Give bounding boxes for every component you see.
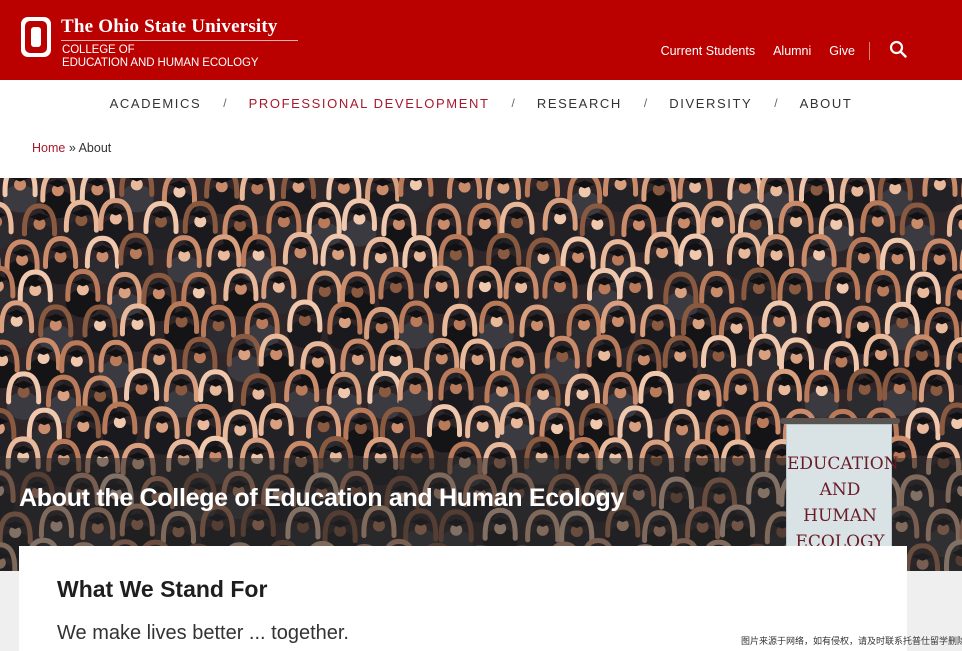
- site-header: The Ohio State University COLLEGE OF EDU…: [0, 0, 962, 80]
- nav-separator: /: [223, 96, 227, 110]
- current-students-link[interactable]: Current Students: [661, 44, 756, 58]
- nav-item-professional-development[interactable]: PROFESSIONAL DEVELOPMENT: [249, 96, 490, 111]
- block-o-logo-icon: [21, 17, 51, 57]
- utility-nav: Current Students Alumni Give: [643, 42, 870, 60]
- nav-item-research[interactable]: RESEARCH: [537, 96, 622, 111]
- nav-separator: /: [774, 96, 778, 110]
- college-logo[interactable]: The Ohio State University COLLEGE OF EDU…: [20, 14, 310, 72]
- alumni-link[interactable]: Alumni: [773, 44, 811, 58]
- university-name: The Ohio State University: [61, 16, 278, 37]
- section-tagline: We make lives better ... together.: [57, 622, 349, 644]
- breadcrumb: Home » About: [32, 141, 111, 155]
- breadcrumb-home-link[interactable]: Home: [32, 141, 65, 155]
- search-icon[interactable]: [889, 40, 907, 58]
- page-title: About the College of Education and Human…: [19, 484, 625, 512]
- section-heading: What We Stand For: [57, 576, 268, 602]
- breadcrumb-current: About: [78, 141, 112, 155]
- banner-line: EDUCATION: [787, 454, 899, 474]
- logo-divider: [61, 40, 298, 41]
- nav-item-about[interactable]: ABOUT: [800, 96, 853, 111]
- college-name-line-2: EDUCATION AND HUMAN ECOLOGY: [62, 57, 259, 69]
- main-nav: ACADEMICS / PROFESSIONAL DEVELOPMENT / R…: [0, 80, 962, 126]
- banner-text: EDUCATION AND HUMAN ECOLOGY: [787, 451, 899, 555]
- banner-line: HUMAN: [803, 506, 877, 526]
- hero-section: EDUCATION AND HUMAN ECOLOGY About the Co…: [0, 178, 962, 571]
- nav-item-diversity[interactable]: DIVERSITY: [669, 96, 752, 111]
- nav-separator: /: [511, 96, 515, 110]
- utility-divider: [869, 42, 870, 60]
- give-link[interactable]: Give: [829, 44, 855, 58]
- nav-separator: /: [643, 96, 648, 110]
- nav-item-academics[interactable]: ACADEMICS: [110, 96, 202, 111]
- banner-line: AND: [819, 480, 861, 500]
- breadcrumb-separator: »: [68, 141, 76, 155]
- image-source-watermark: 图片来源于网络，如有侵权，请及时联系托普仕留学删除: [741, 637, 962, 647]
- college-name-line-1: COLLEGE OF: [62, 44, 135, 56]
